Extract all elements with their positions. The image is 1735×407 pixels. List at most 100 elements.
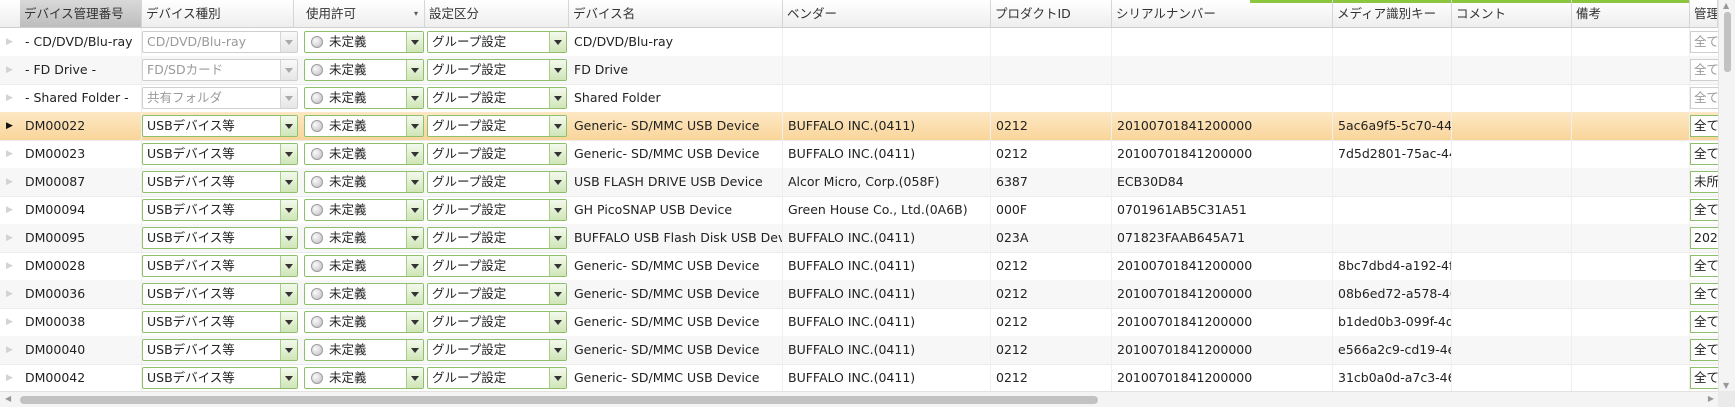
dropdown-arrow-icon[interactable]: [549, 228, 566, 248]
permission-dropdown[interactable]: 未定義: [304, 143, 424, 165]
column-header-pid[interactable]: プロダクトID: [991, 0, 1112, 27]
column-header-media[interactable]: メディア識別キー: [1333, 0, 1452, 27]
permission-dropdown[interactable]: 未定義: [304, 87, 424, 109]
table-row[interactable]: ▶ DM00095 USBデバイス等 未定義 グループ設定 BUFFALO USB Fla…: [0, 224, 1730, 253]
dropdown-arrow-icon[interactable]: [406, 340, 423, 360]
dropdown-arrow-icon[interactable]: [549, 200, 566, 220]
setting-category-dropdown[interactable]: グループ設定: [427, 31, 567, 53]
permission-dropdown[interactable]: 未定義: [304, 311, 424, 333]
table-row[interactable]: ▶ DM00028 USBデバイス等 未定義 グループ設定 Generic- SD/MMC…: [0, 252, 1730, 281]
dropdown-arrow-icon[interactable]: [406, 172, 423, 192]
row-indicator[interactable]: ▶: [0, 84, 20, 112]
permission-dropdown[interactable]: 未定義: [304, 115, 424, 137]
column-header-setting[interactable]: 設定区分: [425, 0, 569, 27]
dropdown-arrow-icon[interactable]: [406, 228, 423, 248]
dropdown-arrow-icon[interactable]: [549, 284, 566, 304]
permission-dropdown[interactable]: 未定義: [304, 199, 424, 221]
vertical-scroll-thumb[interactable]: [1724, 12, 1731, 72]
dropdown-arrow-icon[interactable]: [406, 60, 423, 80]
permission-dropdown[interactable]: 未定義: [304, 255, 424, 277]
dropdown-arrow-icon[interactable]: [549, 116, 566, 136]
setting-category-dropdown[interactable]: グループ設定: [427, 87, 567, 109]
table-row[interactable]: ▶ DM00022 USBデバイス等 未定義 グループ設定 Generic- SD/MMC…: [0, 112, 1730, 141]
device-type-dropdown[interactable]: USBデバイス等: [142, 283, 298, 305]
table-row[interactable]: ▶ DM00087 USBデバイス等 未定義 グループ設定 USB FLASH DRIVE…: [0, 168, 1730, 197]
permission-dropdown[interactable]: 未定義: [304, 367, 424, 389]
table-row[interactable]: ▶ DM00036 USBデバイス等 未定義 グループ設定 Generic- SD/MMC…: [0, 280, 1730, 309]
horizontal-scroll-thumb[interactable]: [20, 396, 1098, 404]
dropdown-arrow-icon[interactable]: [280, 144, 297, 164]
column-header-vendor[interactable]: ベンダー: [783, 0, 991, 27]
column-header-note[interactable]: 備考: [1572, 0, 1690, 27]
device-type-dropdown[interactable]: USBデバイス等: [142, 199, 298, 221]
row-indicator[interactable]: ▶: [0, 56, 20, 84]
device-type-dropdown[interactable]: USBデバイス等: [142, 339, 298, 361]
dropdown-arrow-icon[interactable]: [406, 256, 423, 276]
scroll-left-arrow-icon[interactable]: ◀: [5, 394, 11, 403]
dropdown-arrow-icon[interactable]: [280, 256, 297, 276]
row-indicator[interactable]: ▶: [0, 336, 20, 364]
setting-category-dropdown[interactable]: グループ設定: [427, 311, 567, 333]
column-header-name[interactable]: デバイス名: [569, 0, 783, 27]
dropdown-arrow-icon[interactable]: [549, 60, 566, 80]
dropdown-arrow-icon[interactable]: [280, 284, 297, 304]
setting-category-dropdown[interactable]: グループ設定: [427, 171, 567, 193]
dropdown-arrow-icon[interactable]: [406, 368, 423, 388]
device-type-dropdown[interactable]: USBデバイス等: [142, 115, 298, 137]
setting-category-dropdown[interactable]: グループ設定: [427, 339, 567, 361]
dropdown-arrow-icon[interactable]: [280, 340, 297, 360]
setting-category-dropdown[interactable]: グループ設定: [427, 199, 567, 221]
column-header-comment[interactable]: コメント: [1452, 0, 1572, 27]
column-header-mgmt[interactable]: 管理: [1690, 0, 1718, 27]
permission-dropdown[interactable]: 未定義: [304, 171, 424, 193]
setting-category-dropdown[interactable]: グループ設定: [427, 59, 567, 81]
table-row[interactable]: ▶ DM00042 USBデバイス等 未定義 グループ設定 Generic- SD/MMC…: [0, 364, 1730, 393]
horizontal-scrollbar[interactable]: ◀ ▶: [0, 391, 1718, 407]
device-type-dropdown[interactable]: USBデバイス等: [142, 227, 298, 249]
permission-dropdown[interactable]: 未定義: [304, 59, 424, 81]
table-row[interactable]: ▶ - Shared Folder - 共有フォルダ 未定義 グループ設定 Shared …: [0, 84, 1730, 113]
row-indicator[interactable]: ▶: [0, 308, 20, 336]
row-indicator[interactable]: ▶: [0, 140, 20, 168]
permission-dropdown[interactable]: 未定義: [304, 339, 424, 361]
dropdown-arrow-icon[interactable]: [406, 32, 423, 52]
device-type-dropdown[interactable]: USBデバイス等: [142, 367, 298, 389]
permission-dropdown[interactable]: 未定義: [304, 227, 424, 249]
dropdown-arrow-icon[interactable]: [549, 144, 566, 164]
dropdown-arrow-icon[interactable]: [406, 284, 423, 304]
vertical-scrollbar[interactable]: ▲ ▼: [1718, 0, 1735, 391]
dropdown-arrow-icon[interactable]: [280, 228, 297, 248]
table-row[interactable]: ▶ DM00094 USBデバイス等 未定義 グループ設定 GH PicoSNAP USB…: [0, 196, 1730, 225]
device-type-dropdown[interactable]: USBデバイス等: [142, 255, 298, 277]
dropdown-arrow-icon[interactable]: [406, 88, 423, 108]
table-row[interactable]: ▶ DM00038 USBデバイス等 未定義 グループ設定 Generic- SD/MMC…: [0, 308, 1730, 337]
dropdown-arrow-icon[interactable]: [280, 116, 297, 136]
row-indicator[interactable]: ▶: [0, 28, 20, 56]
setting-category-dropdown[interactable]: グループ設定: [427, 283, 567, 305]
table-row[interactable]: ▶ DM00023 USBデバイス等 未定義 グループ設定 Generic- SD/MMC…: [0, 140, 1730, 169]
scroll-up-arrow-icon[interactable]: ▲: [1723, 1, 1729, 10]
dropdown-arrow-icon[interactable]: [549, 368, 566, 388]
setting-category-dropdown[interactable]: グループ設定: [427, 255, 567, 277]
dropdown-arrow-icon[interactable]: [280, 368, 297, 388]
scroll-down-arrow-icon[interactable]: ▼: [1723, 381, 1729, 390]
dropdown-arrow-icon[interactable]: [549, 256, 566, 276]
dropdown-arrow-icon[interactable]: [406, 116, 423, 136]
device-type-dropdown[interactable]: USBデバイス等: [142, 143, 298, 165]
dropdown-arrow-icon[interactable]: [280, 312, 297, 332]
dropdown-arrow-icon[interactable]: [549, 172, 566, 192]
setting-category-dropdown[interactable]: グループ設定: [427, 227, 567, 249]
permission-dropdown[interactable]: 未定義: [304, 31, 424, 53]
column-header-id[interactable]: デバイス管理番号: [20, 0, 142, 27]
row-indicator[interactable]: ▶: [0, 364, 20, 392]
dropdown-arrow-icon[interactable]: [280, 172, 297, 192]
row-indicator[interactable]: ▶: [0, 196, 20, 224]
table-row[interactable]: ▶ - FD Drive - FD/SDカード 未定義 グループ設定 FD Drive 全て: [0, 56, 1730, 85]
row-indicator[interactable]: ▶: [0, 112, 20, 140]
scroll-right-arrow-icon[interactable]: ▶: [1708, 394, 1714, 403]
row-indicator[interactable]: ▶: [0, 168, 20, 196]
permission-dropdown[interactable]: 未定義: [304, 283, 424, 305]
row-indicator[interactable]: ▶: [0, 280, 20, 308]
column-header-serial[interactable]: シリアルナンバー: [1112, 0, 1333, 27]
device-type-dropdown[interactable]: USBデバイス等: [142, 311, 298, 333]
